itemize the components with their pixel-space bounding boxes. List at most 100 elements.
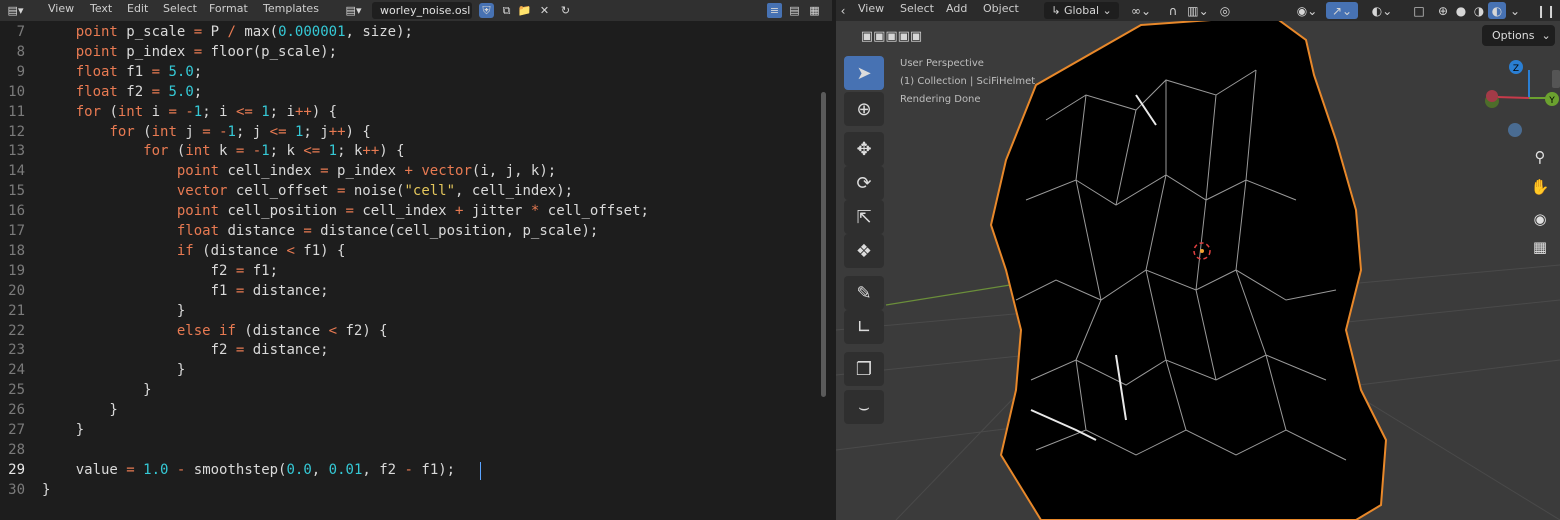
pivot-point-icon[interactable]: ∞⌄ xyxy=(1126,2,1156,19)
cursor-tool[interactable]: ⊕ xyxy=(844,92,884,126)
line-numbers-icon[interactable]: ≡ xyxy=(767,3,782,18)
move-tool[interactable]: ✥ xyxy=(844,132,884,166)
visibility-eye-icon[interactable]: ◉⌄ xyxy=(1291,2,1323,19)
syntax-highlight-icon[interactable]: ▦ xyxy=(807,3,822,18)
solid-shading-icon[interactable]: ● xyxy=(1452,2,1470,19)
vertical-scrollbar[interactable] xyxy=(821,92,826,397)
selection-mode-icons[interactable]: ▣▣▣▣▣ xyxy=(844,26,939,46)
code-line[interactable]: for (int k = -1; k <= 1; k++) { xyxy=(42,143,404,159)
reload-icon[interactable]: ↻ xyxy=(558,3,573,18)
line-number: 26 xyxy=(8,402,25,419)
new-text-icon[interactable]: ⧉ xyxy=(499,3,514,18)
line-number: 21 xyxy=(8,302,25,319)
line-number: 11 xyxy=(8,103,25,120)
sidebar-toggle-handle[interactable] xyxy=(1552,70,1560,88)
orientation-label: Global xyxy=(1063,4,1100,17)
perspective-grid-icon[interactable]: ▦ xyxy=(1529,236,1551,258)
transform-tool[interactable]: ❖ xyxy=(844,234,884,268)
gizmo-z-label: Z xyxy=(1513,64,1519,74)
code-line[interactable]: value = 1.0 - smoothstep(0.0, 0.01, f2 -… xyxy=(42,462,455,478)
code-line[interactable]: } xyxy=(42,303,185,319)
ruler-icon: ∟ xyxy=(856,316,872,338)
vp-menu-add[interactable]: Add xyxy=(946,2,967,15)
menu-text[interactable]: Text xyxy=(90,2,112,15)
annotate-tool[interactable]: ✎ xyxy=(844,276,884,310)
text-editor-header: ▤▾ View Text Edit Select Format Template… xyxy=(0,0,832,21)
collapse-chevron-icon[interactable]: ‹ xyxy=(838,2,848,19)
code-line[interactable]: float f1 = 5.0; xyxy=(42,64,202,80)
line-number: 14 xyxy=(8,163,25,180)
code-line[interactable]: } xyxy=(42,482,50,498)
line-number: 16 xyxy=(8,203,25,220)
rotate-tool[interactable]: ⟳ xyxy=(844,166,884,200)
fake-user-shield-icon[interactable]: ⛨ xyxy=(479,3,494,18)
gizmo-x-axis[interactable] xyxy=(1486,90,1498,102)
pause-render-icon[interactable]: ❙❙ xyxy=(1536,2,1556,19)
xray-icon[interactable]: □ xyxy=(1411,2,1427,19)
pan-hand-icon[interactable]: ✋ xyxy=(1529,176,1551,198)
view-perspective-label: User Perspective xyxy=(900,58,984,69)
measure-tool[interactable]: ∟ xyxy=(844,310,884,344)
code-line[interactable]: point p_scale = P / max(0.000001, size); xyxy=(42,24,413,40)
line-number: 29 xyxy=(8,461,25,478)
gizmo-toggle-icon[interactable]: ↗⌄ xyxy=(1326,2,1358,19)
line-number: 10 xyxy=(8,83,25,100)
unlink-close-icon[interactable]: ✕ xyxy=(537,3,552,18)
crosshair-icon: ⊕ xyxy=(856,98,872,120)
snap-target-icon[interactable]: ▥⌄ xyxy=(1184,2,1212,19)
menu-edit[interactable]: Edit xyxy=(127,2,148,15)
snap-magnet-icon[interactable]: ∩ xyxy=(1164,2,1182,19)
vp-menu-object[interactable]: Object xyxy=(983,2,1019,15)
vp-menu-select[interactable]: Select xyxy=(900,2,934,15)
code-line[interactable]: f2 = f1; xyxy=(42,263,278,279)
code-line[interactable]: } xyxy=(42,402,117,418)
scale-tool[interactable]: ⇱ xyxy=(844,200,884,234)
proportional-edit-icon[interactable]: ◎ xyxy=(1216,2,1234,19)
code-line[interactable]: point p_index = floor(p_scale); xyxy=(42,44,337,60)
shading-options-chevron-icon[interactable]: ⌄ xyxy=(1508,2,1522,19)
chevron-down-icon: ⌄ xyxy=(1099,4,1112,17)
code-line[interactable]: } xyxy=(42,422,84,438)
code-line[interactable]: f1 = distance; xyxy=(42,283,329,299)
options-dropdown[interactable]: Options ⌄ xyxy=(1482,25,1555,46)
overlays-icon[interactable]: ◐⌄ xyxy=(1366,2,1398,19)
navigation-gizmo[interactable]: Z Y xyxy=(1485,60,1559,137)
gizmo-neg-z-axis[interactable] xyxy=(1508,123,1522,137)
menu-format[interactable]: Format xyxy=(209,2,248,15)
camera-view-icon[interactable]: ◉ xyxy=(1529,208,1551,230)
code-line[interactable]: float f2 = 5.0; xyxy=(42,84,202,100)
line-number: 8 xyxy=(16,43,25,60)
code-line[interactable]: for (int j = -1; j <= 1; j++) { xyxy=(42,124,370,140)
code-line[interactable]: point cell_position = cell_index + jitte… xyxy=(42,203,649,219)
code-line[interactable]: float distance = distance(cell_position,… xyxy=(42,223,598,239)
code-line[interactable]: f2 = distance; xyxy=(42,342,329,358)
menu-select[interactable]: Select xyxy=(163,2,197,15)
line-number: 9 xyxy=(16,63,25,80)
rendered-shading-icon[interactable]: ◐ xyxy=(1488,2,1506,19)
open-folder-icon[interactable]: 📁 xyxy=(517,3,532,18)
add-cube-tool[interactable]: ❐ xyxy=(844,352,884,386)
scale-icon: ⇱ xyxy=(856,206,872,228)
3d-viewport[interactable]: Z Y ‹ View Select Add Object ↳ Global ⌄ … xyxy=(836,0,1560,520)
menu-view[interactable]: View xyxy=(48,2,74,15)
shrink-fatten-tool[interactable]: ⌣ xyxy=(844,390,884,424)
text-datablock-name[interactable]: worley_noise.osl xyxy=(372,2,472,19)
text-datablock-icon[interactable]: ▤▾ xyxy=(346,3,362,18)
wireframe-shading-icon[interactable]: ⊕ xyxy=(1434,2,1452,19)
material-shading-icon[interactable]: ◑ xyxy=(1470,2,1488,19)
transform-orientation-dropdown[interactable]: ↳ Global ⌄ xyxy=(1044,2,1119,19)
select-box-tool[interactable]: ➤ xyxy=(844,56,884,90)
zoom-magnifier-icon[interactable]: ⚲ xyxy=(1529,146,1551,168)
code-line[interactable]: else if (distance < f2) { xyxy=(42,323,388,339)
word-wrap-icon[interactable]: ▤ xyxy=(787,3,802,18)
code-line[interactable]: } xyxy=(42,382,151,398)
code-line[interactable]: if (distance < f1) { xyxy=(42,243,346,259)
code-line[interactable]: } xyxy=(42,362,185,378)
editor-type-icon[interactable]: ▤▾ xyxy=(8,3,24,18)
gizmo-y-label: Y xyxy=(1548,96,1555,106)
code-line[interactable]: for (int i = -1; i <= 1; i++) { xyxy=(42,104,337,120)
code-line[interactable]: vector cell_offset = noise("cell", cell_… xyxy=(42,183,573,199)
menu-templates[interactable]: Templates xyxy=(263,2,319,15)
vp-menu-view[interactable]: View xyxy=(858,2,884,15)
code-line[interactable]: point cell_index = p_index + vector(i, j… xyxy=(42,163,556,179)
